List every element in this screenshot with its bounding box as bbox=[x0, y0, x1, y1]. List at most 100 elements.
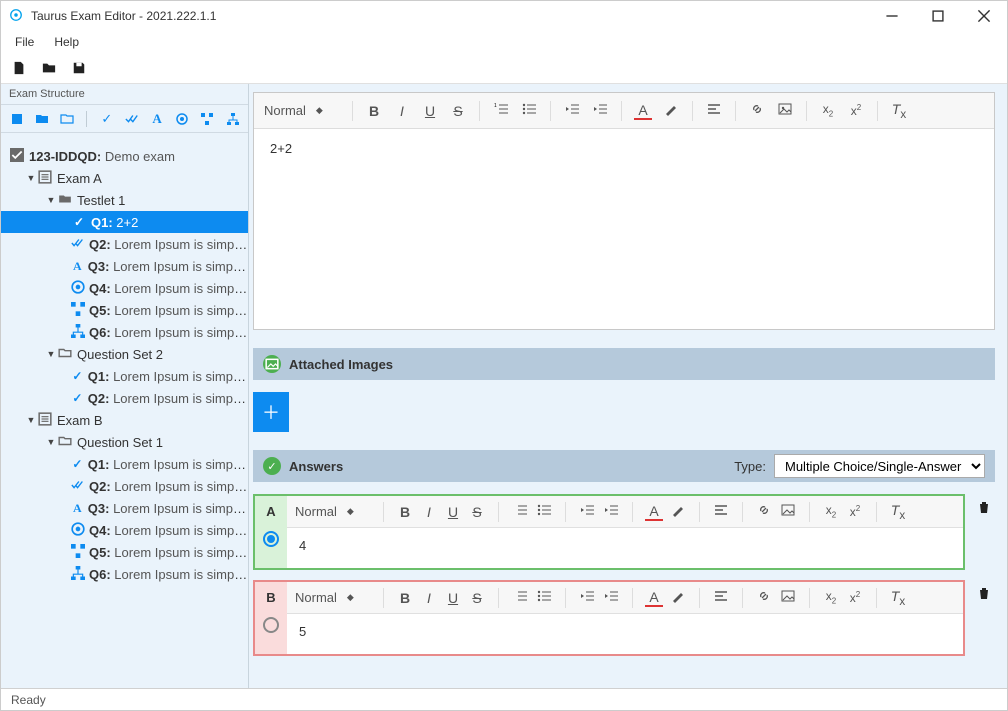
outdent-icon[interactable] bbox=[578, 589, 596, 606]
collapse-icon[interactable]: ▼ bbox=[45, 437, 57, 447]
tree-b-q6[interactable]: Q6: Lorem Ipsum is simply dummy bbox=[1, 563, 248, 585]
italic-icon[interactable]: I bbox=[420, 504, 438, 520]
highlight-icon[interactable] bbox=[662, 102, 680, 119]
ol-icon[interactable]: 1 bbox=[492, 102, 510, 119]
align-icon[interactable] bbox=[712, 503, 730, 520]
indent-icon[interactable] bbox=[591, 102, 609, 119]
new-file-icon[interactable] bbox=[11, 60, 27, 76]
save-icon[interactable] bbox=[71, 60, 87, 76]
text-color-icon[interactable]: A bbox=[645, 589, 663, 607]
subscript-icon[interactable]: x2 bbox=[822, 589, 840, 605]
tree-icon[interactable] bbox=[225, 111, 240, 127]
tree-b-q2[interactable]: Q2: Lorem Ipsum is simply dummy bbox=[1, 475, 248, 497]
underline-icon[interactable]: U bbox=[421, 103, 439, 119]
bold-icon[interactable]: B bbox=[396, 504, 414, 520]
nodes-icon[interactable] bbox=[200, 111, 215, 127]
tree-q3[interactable]: A Q3: Lorem Ipsum is simply dummy bbox=[1, 255, 248, 277]
italic-icon[interactable]: I bbox=[393, 103, 411, 119]
indent-icon[interactable] bbox=[602, 503, 620, 520]
collapse-icon[interactable]: ▼ bbox=[25, 173, 37, 183]
tree-testlet-1[interactable]: ▼ Testlet 1 bbox=[1, 189, 248, 211]
subscript-icon[interactable]: x2 bbox=[822, 503, 840, 519]
ul-icon[interactable] bbox=[520, 102, 538, 119]
tree-b-q4[interactable]: Q4: Lorem Ipsum is simply dummy bbox=[1, 519, 248, 541]
clear-format-icon[interactable]: Tx bbox=[890, 101, 908, 121]
delete-answer-icon[interactable] bbox=[977, 500, 991, 517]
correct-answer-radio[interactable] bbox=[263, 531, 279, 547]
folder-outline-icon[interactable] bbox=[59, 111, 74, 127]
strike-icon[interactable]: S bbox=[468, 590, 486, 606]
collapse-icon[interactable]: ▼ bbox=[45, 195, 57, 205]
bold-icon[interactable]: B bbox=[396, 590, 414, 606]
tree-root[interactable]: 123-IDDQD: Demo exam bbox=[1, 145, 248, 167]
highlight-icon[interactable] bbox=[669, 503, 687, 520]
correct-answer-radio[interactable] bbox=[263, 617, 279, 633]
subscript-icon[interactable]: x2 bbox=[819, 102, 837, 118]
tree-qs2-q2[interactable]: ✓ Q2: Lorem Ipsum is simply dummy bbox=[1, 387, 248, 409]
exam-icon[interactable] bbox=[9, 111, 24, 127]
question-text-area[interactable]: 2+2 bbox=[254, 129, 994, 329]
tree-q2[interactable]: Q2: Lorem Ipsum is simply dummy bbox=[1, 233, 248, 255]
target-icon[interactable] bbox=[175, 111, 190, 127]
tree-b-q3[interactable]: AQ3: Lorem Ipsum is simply dummy bbox=[1, 497, 248, 519]
style-dropdown[interactable]: Normal◆ bbox=[295, 590, 371, 605]
delete-answer-icon[interactable] bbox=[977, 586, 991, 603]
ul-icon[interactable] bbox=[535, 503, 553, 520]
outdent-icon[interactable] bbox=[578, 503, 596, 520]
superscript-icon[interactable]: x2 bbox=[846, 504, 864, 519]
align-icon[interactable] bbox=[705, 102, 723, 119]
tree-exam-b[interactable]: ▼ Exam B bbox=[1, 409, 248, 431]
minimize-button[interactable] bbox=[869, 1, 915, 31]
align-icon[interactable] bbox=[712, 589, 730, 606]
tree-q1[interactable]: ✓ Q1: 2+2 bbox=[1, 211, 248, 233]
collapse-icon[interactable]: ▼ bbox=[45, 349, 57, 359]
tree-qset-2[interactable]: ▼ Question Set 2 bbox=[1, 343, 248, 365]
strike-icon[interactable]: S bbox=[468, 504, 486, 520]
image-icon[interactable] bbox=[779, 503, 797, 520]
strike-icon[interactable]: S bbox=[449, 103, 467, 119]
link-icon[interactable] bbox=[748, 102, 766, 119]
link-icon[interactable] bbox=[755, 589, 773, 606]
menu-help[interactable]: Help bbox=[46, 33, 87, 51]
italic-icon[interactable]: I bbox=[420, 590, 438, 606]
answer-type-select[interactable]: Multiple Choice/Single-Answer bbox=[774, 454, 985, 478]
clear-format-icon[interactable]: Tx bbox=[889, 502, 907, 522]
tree-b-q5[interactable]: Q5: Lorem Ipsum is simply dummy bbox=[1, 541, 248, 563]
style-dropdown[interactable]: Normal◆ bbox=[295, 504, 371, 519]
add-image-button[interactable]: ＋ bbox=[253, 392, 289, 432]
tree-q5[interactable]: Q5: Lorem Ipsum is simply dummy bbox=[1, 299, 248, 321]
collapse-icon[interactable]: ▼ bbox=[25, 415, 37, 425]
tree-q6[interactable]: Q6: Lorem Ipsum is simply dummy bbox=[1, 321, 248, 343]
bold-icon[interactable]: B bbox=[365, 103, 383, 119]
tree-exam-a[interactable]: ▼ Exam A bbox=[1, 167, 248, 189]
style-dropdown[interactable]: Normal◆ bbox=[264, 103, 340, 118]
indent-icon[interactable] bbox=[602, 589, 620, 606]
clear-format-icon[interactable]: Tx bbox=[889, 588, 907, 608]
image-icon[interactable] bbox=[776, 102, 794, 119]
ol-icon[interactable] bbox=[511, 589, 529, 606]
tree-b-q1[interactable]: ✓Q1: Lorem Ipsum is simply dummy bbox=[1, 453, 248, 475]
link-icon[interactable] bbox=[755, 503, 773, 520]
folder-solid-icon[interactable] bbox=[34, 111, 49, 127]
double-check-icon[interactable] bbox=[124, 111, 139, 127]
image-icon[interactable] bbox=[779, 589, 797, 606]
ol-icon[interactable] bbox=[511, 503, 529, 520]
superscript-icon[interactable]: x2 bbox=[847, 103, 865, 118]
outdent-icon[interactable] bbox=[563, 102, 581, 119]
answer-b-text[interactable]: 5 bbox=[287, 614, 963, 654]
tree-qs2-q1[interactable]: ✓ Q1: Lorem Ipsum is simply dummy bbox=[1, 365, 248, 387]
underline-icon[interactable]: U bbox=[444, 590, 462, 606]
open-folder-icon[interactable] bbox=[41, 60, 57, 76]
answer-a-text[interactable]: 4 bbox=[287, 528, 963, 568]
highlight-icon[interactable] bbox=[669, 589, 687, 606]
maximize-button[interactable] bbox=[915, 1, 961, 31]
underline-icon[interactable]: U bbox=[444, 504, 462, 520]
tree-q4[interactable]: Q4: Lorem Ipsum is simply dummy bbox=[1, 277, 248, 299]
superscript-icon[interactable]: x2 bbox=[846, 590, 864, 605]
ul-icon[interactable] bbox=[535, 589, 553, 606]
text-color-icon[interactable]: A bbox=[645, 503, 663, 521]
letter-a-icon[interactable]: A bbox=[150, 111, 165, 127]
tree-b-qset-1[interactable]: ▼ Question Set 1 bbox=[1, 431, 248, 453]
close-button[interactable] bbox=[961, 1, 1007, 31]
menu-file[interactable]: File bbox=[7, 33, 42, 51]
